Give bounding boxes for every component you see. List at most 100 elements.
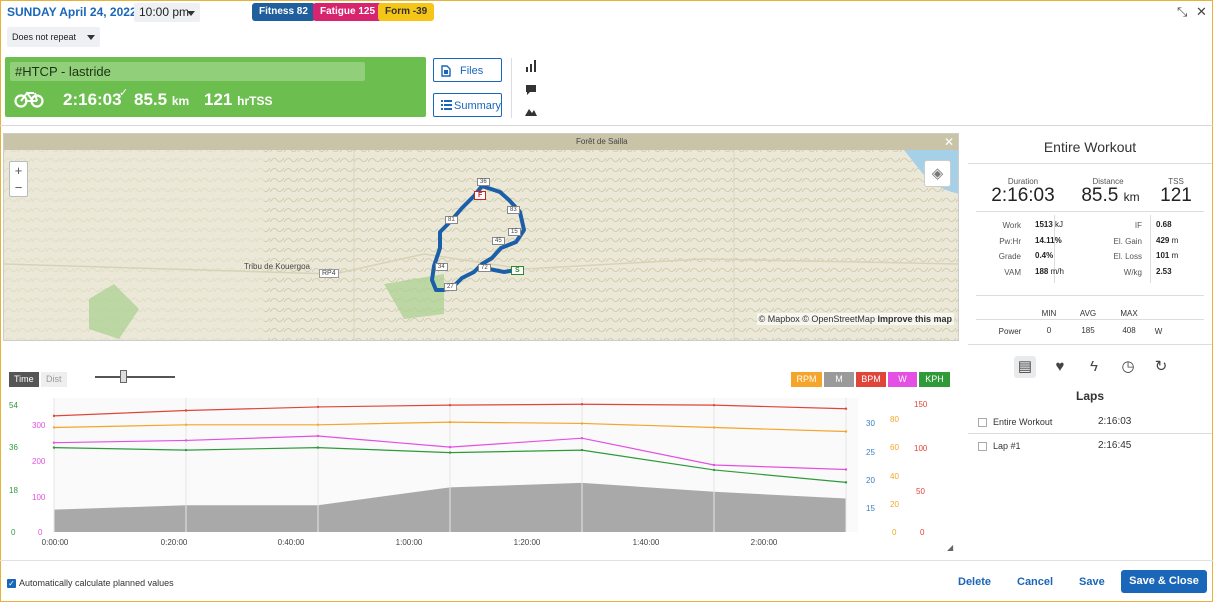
series-rpm-point [448, 420, 452, 424]
heart-icon[interactable]: ♥ [1049, 356, 1071, 378]
elevation-icon[interactable] [525, 106, 537, 116]
lap-time: 2:16:03 [1098, 416, 1132, 427]
map-marker: 83 [507, 206, 520, 214]
map-marker: 36 [477, 178, 490, 186]
divider [968, 163, 1212, 164]
card-duration: 2:16:03 [63, 90, 122, 109]
time-select[interactable]: 10:00 pm [134, 3, 200, 22]
workout-card: #HTCP - lastride 2:16:03 ✓ 85.5 km 121 h… [5, 57, 426, 117]
y-tick: 36 [9, 443, 18, 452]
files-button[interactable]: Files [433, 58, 502, 82]
table-header: AVG [1079, 309, 1097, 318]
workout-date: SUNDAY April 24, 2022 [7, 5, 137, 19]
x-tick: 1:00:00 [395, 538, 423, 547]
save-close-button[interactable]: Save & Close [1121, 570, 1207, 593]
table-unit: W [1154, 327, 1163, 336]
metric-grade: 0.4% [1035, 251, 1054, 260]
lap-checkbox[interactable] [978, 418, 987, 427]
time-value: 10:00 pm [139, 5, 190, 19]
legend-rpm[interactable]: RPM [791, 372, 822, 387]
metric-el-loss-value: 101 [1156, 251, 1170, 260]
x-tick: 2:00:00 [750, 538, 778, 547]
y-tick: 100 [32, 493, 46, 502]
repeat-select[interactable]: Does not repeat [7, 27, 100, 47]
y-tick: 18 [9, 486, 18, 495]
dist-toggle[interactable]: Dist [41, 372, 67, 387]
table-header: MAX [1120, 309, 1138, 318]
card-distance: 85.5 km [134, 90, 189, 110]
lap-row[interactable]: Lap #1 2:16:45 [968, 435, 1212, 459]
y-tick: 54 [9, 401, 18, 410]
workout-summary-panel: Entire Workout Duration 2:16:03 Distance… [968, 133, 1212, 553]
zoom-slider-track[interactable] [95, 376, 175, 378]
resize-handle-icon[interactable]: ◢ [947, 543, 953, 552]
series-w-point [844, 468, 848, 471]
metric-label: VAM [1004, 268, 1021, 277]
metric-work-unit: kJ [1055, 220, 1064, 229]
metric-label: IF [1134, 221, 1142, 230]
series-bpm-point [580, 403, 584, 406]
finish-marker: F [474, 191, 487, 200]
fatigue-badge: Fatigue 125 [313, 3, 383, 21]
clock-icon[interactable]: ◷ [1117, 356, 1139, 378]
save-button[interactable]: Save [1079, 576, 1105, 588]
map-attribution: © Mapbox © OpenStreetMap Improve this ma… [756, 313, 954, 325]
table-cell: 0 [1046, 326, 1052, 335]
stat-distance: 85.5 km [1068, 185, 1153, 207]
map-marker: 15 [508, 228, 521, 236]
metric-label: W/kg [1123, 268, 1142, 277]
card-distance-unit: km [171, 94, 190, 108]
collapse-icon[interactable]: ⤡ [1177, 4, 1187, 20]
card-distance-value: 85.5 [134, 90, 168, 109]
zoom-slider-handle[interactable] [120, 370, 127, 383]
legend-kph[interactable]: KPH [919, 372, 950, 387]
map-top-band [4, 134, 958, 150]
metric-el-loss-unit: m [1171, 251, 1179, 260]
divider [976, 295, 1204, 296]
auto-calc-label: Automatically calculate planned values [19, 578, 174, 588]
map-place-label: Tribu de Kouergoa [244, 262, 310, 271]
close-icon[interactable]: ✕ [1196, 4, 1207, 20]
legend-w[interactable]: W [888, 372, 917, 387]
series-bpm-point [52, 414, 56, 418]
y-tick: 25 [866, 448, 875, 457]
metric-label: El. Loss [1113, 252, 1142, 261]
laps-list-icon[interactable]: ▤ [1014, 356, 1036, 378]
improve-map-link[interactable]: Improve this map [877, 314, 952, 324]
refresh-icon[interactable]: ↻ [1150, 356, 1172, 378]
close-icon[interactable]: ✕ [944, 135, 954, 149]
chevron-down-icon [187, 11, 195, 16]
form-badge: Form -39 [378, 3, 435, 21]
zoom-out-icon[interactable]: − [10, 179, 27, 196]
y-tick: 20 [890, 500, 899, 509]
card-tss: 121 hrTSS [204, 90, 272, 110]
zoom-control[interactable]: + − [9, 161, 28, 197]
legend-m[interactable]: M [824, 372, 854, 387]
workout-chart[interactable] [46, 396, 866, 536]
cancel-button[interactable]: Cancel [1017, 576, 1053, 588]
delete-button[interactable]: Delete [958, 576, 991, 588]
time-toggle[interactable]: Time [9, 372, 39, 387]
legend-bpm[interactable]: BPM [856, 372, 886, 387]
y-tick: 0 [38, 528, 43, 537]
series-rpm-point [52, 426, 56, 429]
lap-row[interactable]: Entire Workout 2:16:03 [968, 411, 1212, 435]
zoom-in-icon[interactable]: + [10, 162, 27, 179]
comment-icon[interactable] [525, 84, 537, 96]
route-map[interactable]: Forêt de Sailla Tribu de Kouergoa RP4 ✕ … [3, 133, 959, 341]
workout-title[interactable]: #HTCP - lastride [10, 62, 365, 81]
auto-calc-checkbox[interactable]: ✓ [7, 579, 16, 588]
lap-checkbox[interactable] [978, 442, 987, 451]
series-kph-point [580, 448, 584, 452]
divider [1150, 215, 1151, 283]
y-tick: 0 [920, 528, 925, 537]
layers-icon[interactable]: ◈ [924, 160, 951, 187]
series-kph-point [844, 481, 848, 484]
series-bpm-point [844, 407, 848, 410]
metric-el-gain-value: 429 [1156, 236, 1170, 245]
metric-vam-unit: m/h [1050, 267, 1064, 276]
lightning-icon[interactable]: ϟ [1083, 356, 1105, 378]
metric-el-gain: 429 m [1156, 236, 1178, 245]
bar-chart-icon[interactable] [525, 60, 537, 72]
summary-button[interactable]: Summary [433, 93, 502, 117]
